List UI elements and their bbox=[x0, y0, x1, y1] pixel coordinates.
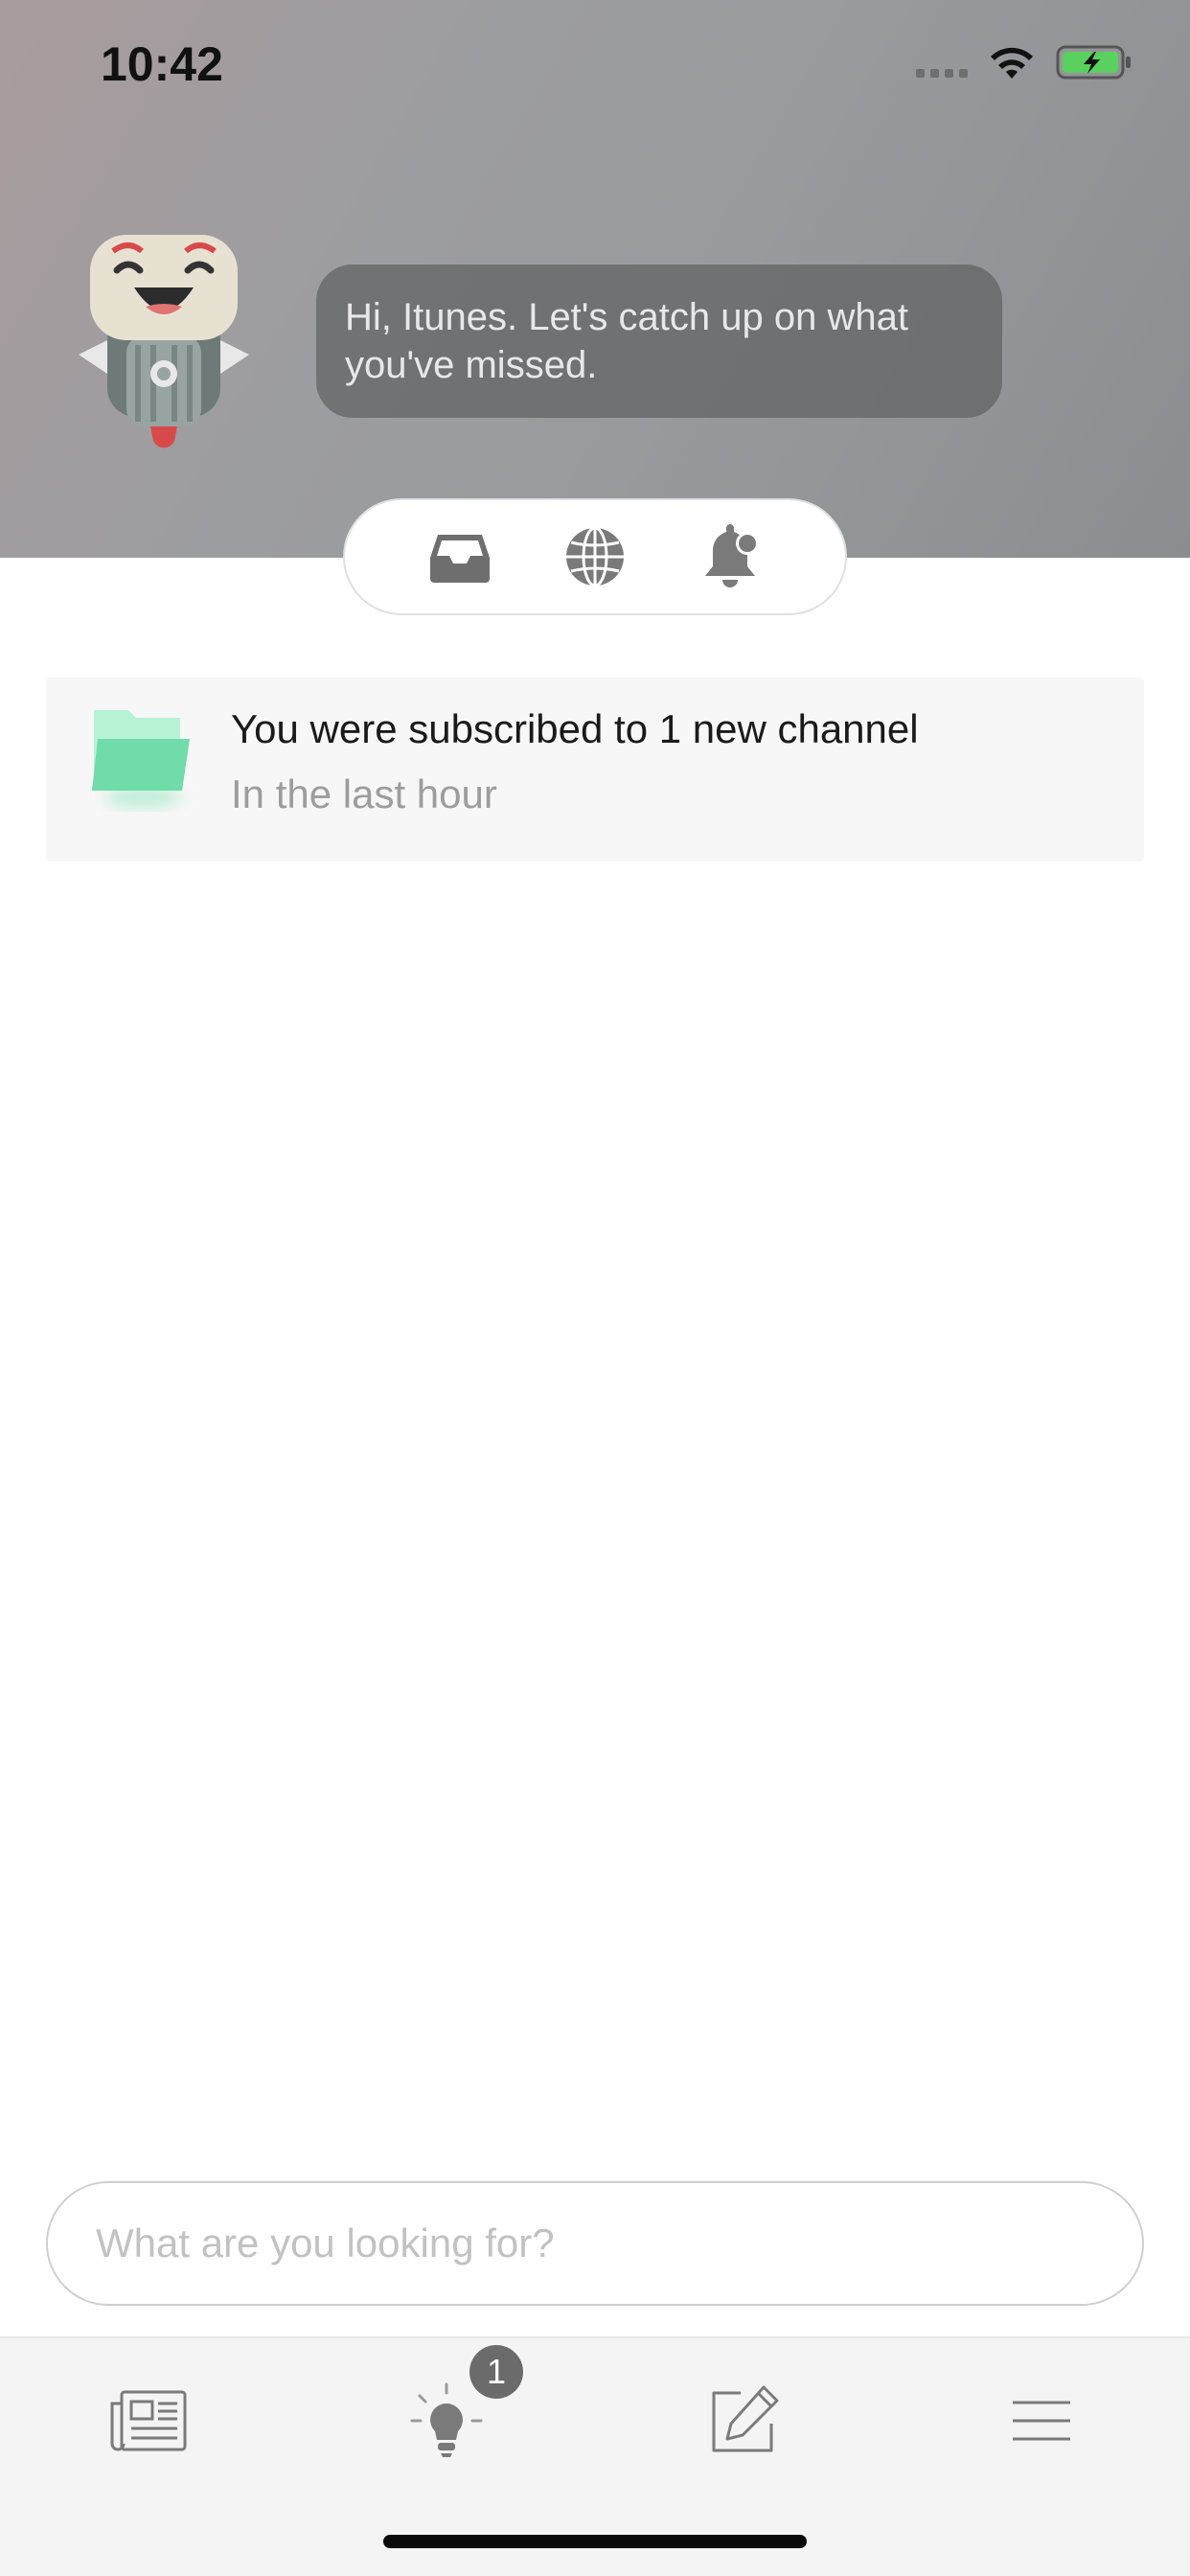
status-time: 10:42 bbox=[101, 37, 223, 91]
inbox-icon bbox=[430, 535, 491, 583]
greeting-bubble: Hi, Itunes. Let's catch up on what you'v… bbox=[316, 264, 1002, 418]
header-banner: 10:42 Hi, Itunes. Let's catch up on what… bbox=[0, 0, 1190, 558]
compose-icon bbox=[712, 2385, 779, 2452]
bell-icon bbox=[704, 524, 759, 587]
notification-card[interactable]: You were subscribed to 1 new channel In … bbox=[46, 678, 1144, 862]
home-indicator[interactable] bbox=[383, 2535, 807, 2548]
tab-globe[interactable] bbox=[560, 521, 630, 592]
tab-compose[interactable] bbox=[696, 2373, 791, 2469]
folder-icon bbox=[92, 710, 190, 807]
mascot-icon bbox=[79, 235, 249, 448]
menu-icon bbox=[1013, 2401, 1070, 2441]
battery-icon bbox=[1056, 45, 1131, 80]
tab-notifications[interactable] bbox=[695, 521, 766, 592]
status-indicators bbox=[916, 44, 1133, 80]
notification-subtitle: In the last hour bbox=[231, 771, 497, 816]
newspaper-icon bbox=[110, 2390, 187, 2451]
lightbulb-icon bbox=[410, 2382, 483, 2457]
ideas-count-badge: 1 bbox=[469, 2345, 523, 2399]
globe-icon bbox=[565, 526, 624, 587]
wifi-icon bbox=[991, 47, 1033, 79]
tab-inbox[interactable] bbox=[424, 521, 495, 592]
cellular-signal-icon bbox=[916, 48, 968, 78]
notification-title: You were subscribed to 1 new channel bbox=[231, 706, 919, 751]
tab-menu[interactable] bbox=[994, 2373, 1089, 2469]
search-input[interactable] bbox=[46, 2181, 1144, 2306]
tab-news[interactable] bbox=[101, 2373, 196, 2469]
section-tabs bbox=[343, 498, 847, 615]
